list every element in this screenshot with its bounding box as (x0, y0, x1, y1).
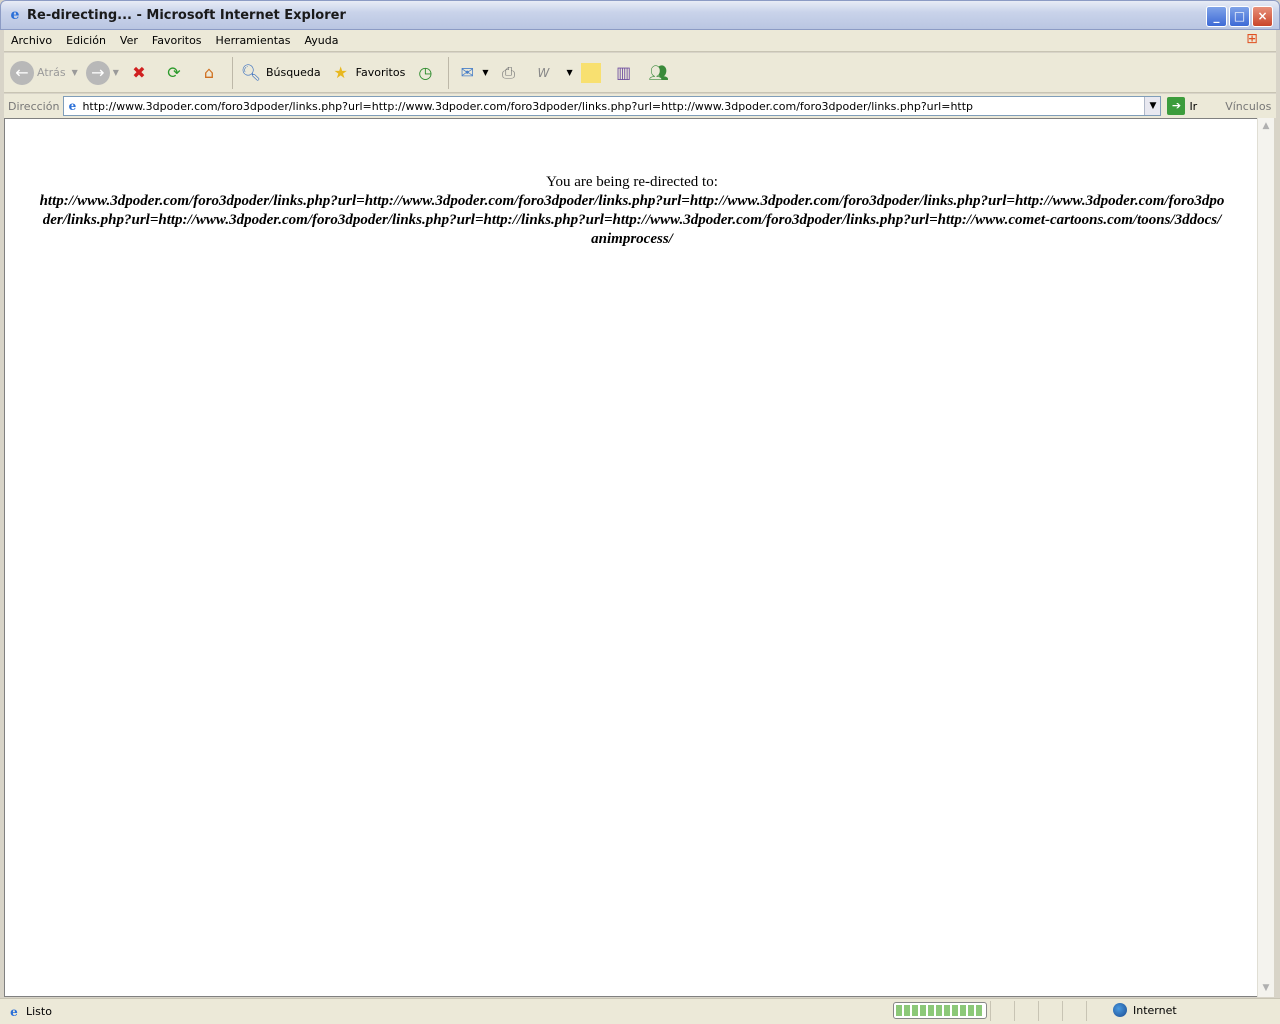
print-button[interactable]: ⎙ (496, 61, 523, 85)
redirect-url: http://www.3dpoder.com/foro3dpoder/links… (39, 193, 1225, 247)
status-text: Listo (26, 1005, 52, 1018)
notes-button[interactable] (580, 62, 604, 83)
windows-logo-icon: ⊞ (1246, 31, 1258, 47)
edit-button[interactable]: W ▼ (531, 61, 573, 85)
mail-button[interactable]: ✉ ▼ (455, 61, 489, 85)
search-button[interactable]: 🔍︎ Búsqueda (239, 61, 321, 85)
close-button[interactable]: × (1252, 6, 1273, 27)
menu-edicion[interactable]: Edición (59, 34, 113, 47)
forward-button[interactable]: → ▼ (85, 60, 119, 85)
address-label: Dirección (8, 99, 60, 113)
star-icon: ★ (333, 63, 348, 82)
messenger-icon: 👥︎ (648, 63, 669, 82)
history-button[interactable]: ◷ (413, 61, 440, 85)
status-bar: e Listo Internet (0, 998, 1280, 1024)
home-button[interactable]: ⌂ (197, 61, 224, 85)
search-icon: 🔍︎ (240, 63, 262, 82)
favorites-button[interactable]: ★ Favoritos (329, 61, 405, 85)
printer-icon: ⎙ (502, 62, 515, 82)
window-title: Re-directing... - Microsoft Internet Exp… (27, 7, 346, 23)
vertical-scrollbar[interactable]: ▲ ▼ (1257, 118, 1274, 997)
back-button[interactable]: ← Atrás ▼ (10, 60, 78, 85)
address-dropdown[interactable]: ▼ (1144, 97, 1161, 115)
mail-icon: ✉ (460, 63, 475, 82)
go-arrow-icon: ➔ (1167, 97, 1186, 115)
note-icon (580, 62, 601, 83)
stop-icon: ✖ (132, 63, 146, 82)
home-icon: ⌂ (203, 63, 215, 82)
title-bar: e Re-directing... - Microsoft Internet E… (0, 0, 1280, 30)
globe-icon (1113, 1003, 1127, 1017)
scroll-down-arrow-icon[interactable]: ▼ (1258, 980, 1274, 997)
menu-herramientas[interactable]: Herramientas (209, 34, 298, 47)
messenger-button[interactable]: 👥︎ (647, 61, 674, 85)
page-icon: e (68, 99, 77, 113)
links-toolbar[interactable]: Vínculos (1225, 100, 1271, 113)
page-content: You are being re-directed to: http://www… (4, 118, 1258, 997)
research-icon: ▥ (616, 63, 632, 82)
research-button[interactable]: ▥ (612, 61, 639, 85)
refresh-icon: ⟳ (167, 63, 181, 82)
address-input[interactable]: e http://www.3dpoder.com/foro3dpoder/lin… (63, 96, 1162, 116)
security-zone: Internet (1113, 1003, 1177, 1017)
refresh-button[interactable]: ⟳ (162, 61, 189, 85)
stop-button[interactable]: ✖ (127, 61, 154, 85)
forward-arrow-icon: → (85, 60, 110, 85)
menu-favoritos[interactable]: Favoritos (145, 34, 209, 47)
scroll-up-arrow-icon[interactable]: ▲ (1258, 118, 1274, 135)
maximize-button[interactable]: □ (1229, 6, 1250, 27)
toolbar: ← Atrás ▼ → ▼ ✖ ⟳ ⌂ 🔍︎ Búsqueda ★ Favoritos ◷… (4, 53, 1276, 93)
back-arrow-icon: ← (10, 60, 34, 85)
menu-archivo[interactable]: Archivo (4, 34, 59, 47)
menu-ver[interactable]: Ver (113, 34, 145, 47)
ie-icon: e (10, 7, 20, 23)
word-icon: W (537, 65, 550, 80)
menu-ayuda[interactable]: Ayuda (297, 34, 345, 47)
address-bar: Dirección e http://www.3dpoder.com/foro3… (4, 94, 1276, 118)
redirect-message: You are being re-directed to: (546, 174, 718, 190)
page-icon: e (10, 1004, 18, 1019)
go-button[interactable]: ➔ Ir (1167, 97, 1197, 115)
history-icon: ◷ (418, 63, 433, 82)
menu-bar: Archivo Edición Ver Favoritos Herramient… (4, 30, 1276, 52)
progress-bar (893, 1002, 987, 1019)
minimize-button[interactable]: _ (1206, 6, 1227, 27)
